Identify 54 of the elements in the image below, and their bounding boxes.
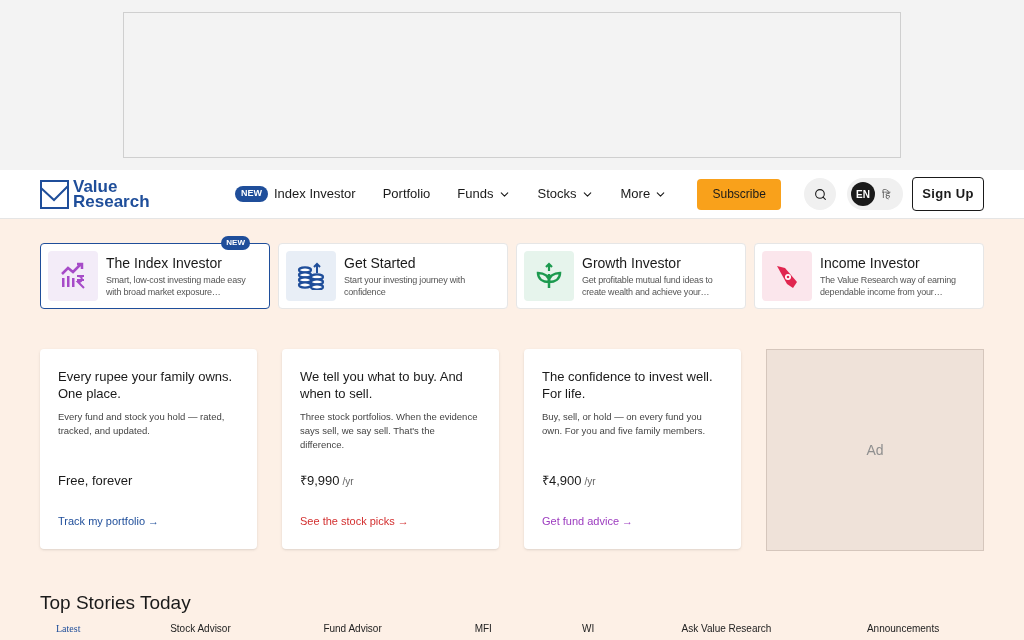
story-tab[interactable]: Latest bbox=[56, 623, 171, 635]
logo[interactable]: Value Research bbox=[40, 179, 235, 209]
story-tab[interactable]: Announcements bbox=[866, 623, 984, 635]
plan-headline: Every rupee your family owns. One place. bbox=[58, 368, 234, 402]
section-heading: Top Stories Today bbox=[40, 591, 192, 615]
nav-link[interactable]: More bbox=[620, 184, 668, 204]
story-tab[interactable]: Fund Advisor bbox=[323, 623, 475, 635]
nav-link[interactable]: Funds bbox=[457, 184, 511, 204]
coins-icon bbox=[297, 262, 325, 290]
product-card[interactable]: Get Started Start your investing journey with confidence bbox=[278, 243, 508, 309]
nav-link[interactable]: Stocks bbox=[537, 184, 594, 204]
story-tab[interactable]: Ask Value Research bbox=[681, 623, 867, 635]
plan-description: Every fund and stock you hold — rated, tracked, and updated. bbox=[58, 410, 226, 438]
plan-headline: The confidence to invest well. For life. bbox=[542, 368, 714, 402]
logo-text: Research bbox=[73, 194, 150, 209]
price-period: /yr bbox=[584, 475, 596, 489]
price-period: /yr bbox=[342, 475, 354, 489]
plan-price: ₹9,990 bbox=[300, 472, 340, 490]
search-button[interactable] bbox=[804, 178, 836, 210]
product-description: Get profitable mutual fund ideas to create wealth and achieve your… bbox=[582, 274, 714, 298]
story-tab[interactable]: WI bbox=[581, 623, 682, 635]
plan-link[interactable]: Track my portfolio → bbox=[58, 512, 239, 529]
plan-headline: We tell you what to buy. And when to sell. bbox=[300, 368, 464, 402]
product-description: Start your investing journey with confidence bbox=[344, 274, 466, 298]
sprout-icon bbox=[535, 262, 563, 290]
plan-description: Buy, sell, or hold — on every fund you own. For you and five family members. bbox=[542, 410, 707, 438]
product-card[interactable]: Growth Investor Get profitable mutual fund ideas to create wealth and achieve your… bbox=[516, 243, 746, 309]
chart-rupee-icon bbox=[59, 262, 87, 290]
plan-link[interactable]: See the stock picks → bbox=[300, 512, 481, 529]
plan-description: Three stock portfolios. When the evidence says sell, we say sell. That's the difference. bbox=[300, 410, 479, 452]
logo-text: Value bbox=[73, 179, 118, 194]
product-title: The Index Investor bbox=[106, 254, 223, 272]
plan-link[interactable]: Get fund advice → bbox=[542, 512, 723, 529]
nav-link[interactable]: NEW Index Investor bbox=[235, 184, 356, 204]
story-tab[interactable]: MFI bbox=[474, 623, 582, 635]
plan-price: ₹4,900 bbox=[542, 472, 582, 490]
product-description: The Value Research way of earning dependable income from your… bbox=[820, 274, 957, 298]
search-icon bbox=[813, 187, 827, 201]
sign-up-button[interactable]: Sign Up bbox=[912, 177, 984, 211]
product-title: Growth Investor bbox=[582, 254, 682, 272]
logo-check-icon bbox=[40, 179, 69, 209]
subscribe-button[interactable]: Subscribe bbox=[697, 178, 782, 210]
language-option[interactable]: EN bbox=[851, 182, 875, 206]
product-title: Income Investor bbox=[820, 254, 921, 272]
story-tab[interactable]: Stock Advisor bbox=[170, 623, 324, 635]
product-card[interactable]: Income Investor The Value Research way of earning dependable income from your… bbox=[754, 243, 984, 309]
new-badge: NEW bbox=[221, 236, 250, 250]
product-description: Smart, low-cost investing made easy with broad market exposure… bbox=[106, 274, 247, 298]
plan-price: Free, forever bbox=[58, 472, 133, 490]
product-title: Get Started bbox=[344, 254, 417, 272]
nav-link[interactable]: Portfolio bbox=[382, 184, 431, 204]
ad-label: Ad bbox=[866, 440, 884, 460]
language-option[interactable]: हि bbox=[879, 186, 893, 202]
new-badge: NEW bbox=[235, 186, 268, 202]
